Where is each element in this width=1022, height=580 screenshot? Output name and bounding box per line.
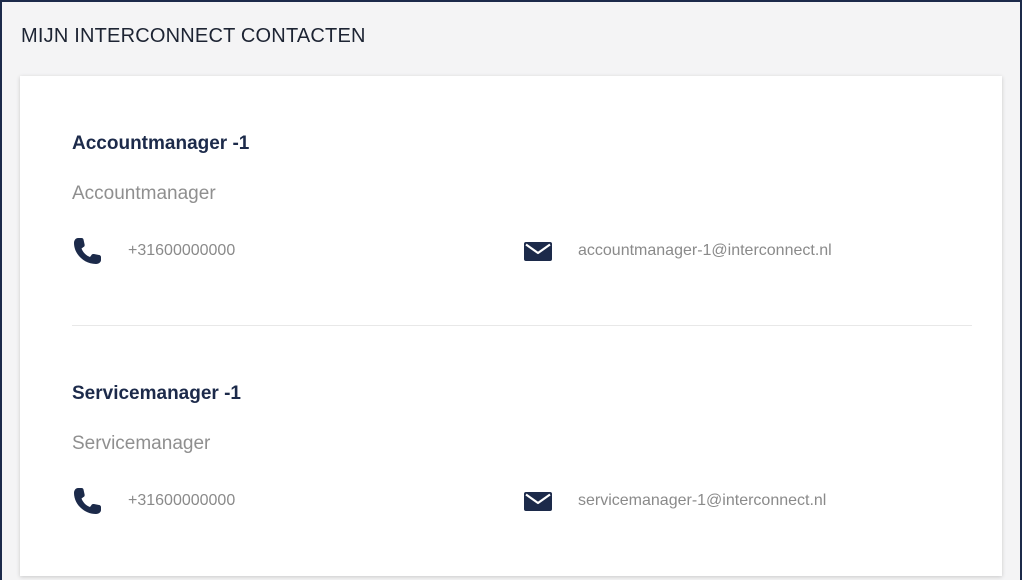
email-address[interactable]: accountmanager-1@interconnect.nl xyxy=(578,241,832,261)
contacts-card: Accountmanager -1 Accountmanager +316000… xyxy=(20,76,1002,576)
contact-phone[interactable]: +31600000000 xyxy=(72,486,235,516)
envelope-icon xyxy=(522,486,556,516)
contact-email[interactable]: servicemanager-1@interconnect.nl xyxy=(522,486,826,516)
panel-title: MIJN INTERCONNECT CONTACTEN xyxy=(21,25,366,47)
phone-number[interactable]: +31600000000 xyxy=(128,241,235,261)
contact-name: Accountmanager -1 xyxy=(72,133,250,154)
contact-role: Servicemanager xyxy=(72,433,211,454)
phone-number[interactable]: +31600000000 xyxy=(128,491,235,511)
contact-divider xyxy=(72,325,972,326)
envelope-icon xyxy=(522,236,556,266)
email-address[interactable]: servicemanager-1@interconnect.nl xyxy=(578,491,826,511)
contacts-panel: MIJN INTERCONNECT CONTACTEN Accountmanag… xyxy=(0,0,1022,580)
contact-role: Accountmanager xyxy=(72,183,216,204)
phone-icon xyxy=(72,236,106,266)
contact-phone[interactable]: +31600000000 xyxy=(72,236,235,266)
contact-name: Servicemanager -1 xyxy=(72,383,241,404)
phone-icon xyxy=(72,486,106,516)
contact-email[interactable]: accountmanager-1@interconnect.nl xyxy=(522,236,832,266)
